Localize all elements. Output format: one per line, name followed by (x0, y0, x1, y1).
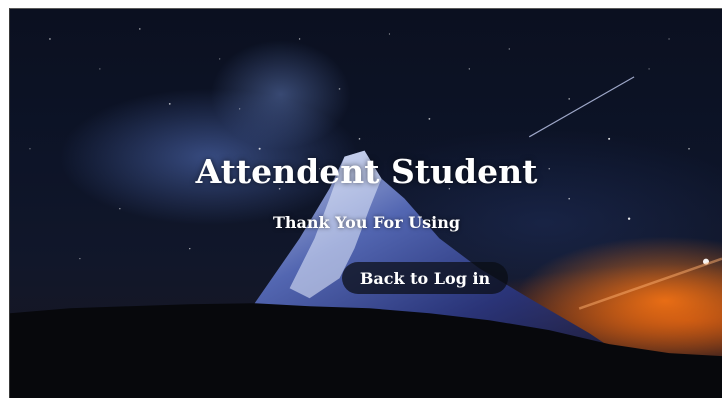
logout-screen: Attendent Student Thank You For Using Ba… (10, 9, 722, 398)
page-title: Attendent Student (195, 152, 538, 191)
back-to-login-button[interactable]: Back to Log in (342, 262, 508, 294)
app-window: Attendent Student Thank You For Using Ba… (9, 8, 722, 398)
thank-you-message: Thank You For Using (272, 213, 461, 232)
back-to-login-label: Back to Log in (359, 268, 491, 288)
